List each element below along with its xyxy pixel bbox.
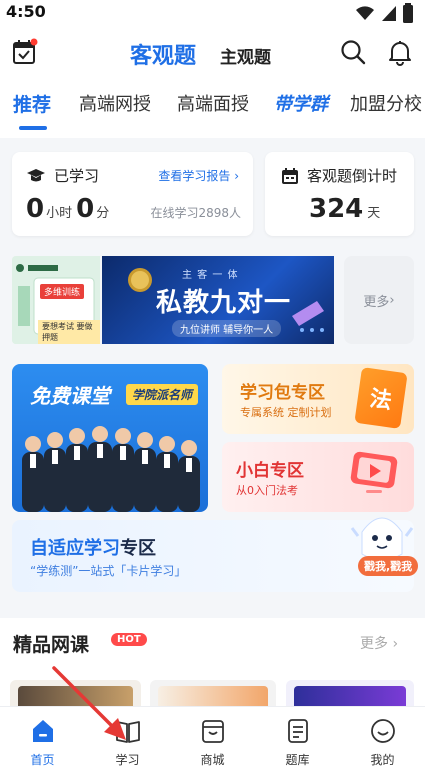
calendar-icon[interactable] <box>12 38 38 66</box>
bottom-tab-bar: 首页 学习 商城 题库 我的 <box>0 706 425 771</box>
tab-objective[interactable]: 客观题 <box>130 38 196 70</box>
adaptive-title: 自适应学习专区 <box>30 538 156 559</box>
package-subtitle: 专属系统 定制计划 <box>240 406 332 419</box>
course-thumbnail <box>18 686 133 706</box>
question-type-tabs: 客观题 主观题 <box>130 38 271 70</box>
newbie-zone-promo[interactable]: 小白专区 从0入门法考 <box>222 442 414 512</box>
countdown-value: 324 天 <box>309 194 382 224</box>
tab-home[interactable]: 首页 <box>0 707 85 771</box>
banner-main-title: 私教九对一 <box>156 288 292 318</box>
course-thumbnail <box>294 686 406 706</box>
study-minutes: 0 <box>76 194 95 224</box>
tab-study-label: 学习 <box>115 753 140 767</box>
tab-study[interactable]: 学习 <box>85 707 170 771</box>
study-hours-unit: 小时 <box>46 206 73 221</box>
tab-question-bank[interactable]: 题库 <box>255 707 340 771</box>
free-course-badge: 学院派名师 <box>126 384 199 405</box>
banner-main-slide[interactable]: 主 客 一 体 私教九对一 九位讲师 辅导你一人 <box>102 256 334 344</box>
banner-left-tag: 多维训练 <box>40 284 85 299</box>
tab-question-bank-label: 题库 <box>285 753 310 767</box>
teachers-group-image <box>22 426 200 512</box>
course-card[interactable] <box>286 680 414 706</box>
status-icons <box>355 3 413 23</box>
banner-carousel[interactable]: 多维训练 要想考试 要做押题 主 客 一 体 私教九对一 九位讲师 辅导你一人 … <box>12 256 414 344</box>
newbie-subtitle: 从0入门法考 <box>236 484 298 497</box>
hot-badge: HOT <box>111 633 147 646</box>
study-card-header: 已学习 <box>26 165 99 186</box>
countdown-card[interactable]: 客观题倒计时 324 天 <box>265 152 414 236</box>
wifi-icon <box>356 6 374 21</box>
banner-more-button[interactable]: 更多 › <box>344 256 414 344</box>
study-package-promo[interactable]: 学习包专区 专属系统 定制计划 法 <box>222 364 414 434</box>
tab-store[interactable]: 商城 <box>170 707 255 771</box>
study-time: 0 小时 0 分 <box>26 194 111 224</box>
countdown-days: 324 <box>309 194 364 224</box>
tab-profile-label: 我的 <box>370 753 395 767</box>
nav-tab-study-group[interactable]: 带学群 <box>274 90 328 116</box>
nav-active-indicator <box>19 126 47 130</box>
section-more-link[interactable]: 更多 › <box>360 633 398 653</box>
bell-icon[interactable] <box>386 38 414 66</box>
home-icon <box>33 720 53 742</box>
study-hours: 0 <box>26 194 45 224</box>
search-icon[interactable] <box>340 39 366 65</box>
course-card[interactable] <box>10 680 141 706</box>
study-card-title: 已学习 <box>54 167 100 185</box>
nav-tab-recommend[interactable]: 推荐 <box>13 90 51 117</box>
study-report-link[interactable]: 查看学习报告 › <box>158 167 239 184</box>
banner-main-tag: 主 客 一 体 <box>182 270 239 281</box>
course-thumbnail <box>158 686 268 706</box>
free-course-title: 免费课堂 <box>30 384 110 408</box>
study-minutes-unit: 分 <box>96 206 110 221</box>
course-card[interactable] <box>150 680 276 706</box>
online-learners: 在线学习2898人 <box>150 206 241 220</box>
video-play-icon <box>350 451 398 493</box>
profile-icon <box>371 719 395 743</box>
graduation-cap-icon <box>27 168 45 181</box>
cellular-icon <box>382 6 396 21</box>
banner-left-note: 要想考试 要做押题 <box>38 320 100 344</box>
tab-subjective[interactable]: 主观题 <box>220 43 271 68</box>
chevron-right-icon: › <box>389 292 395 308</box>
status-time: 4:50 <box>6 2 46 21</box>
category-nav: 推荐 高端网授 高端面授 带学群 加盟分校 <box>0 84 425 132</box>
tab-store-label: 商城 <box>200 753 225 767</box>
book-icon <box>116 721 140 743</box>
battery-icon <box>403 3 413 23</box>
nav-tab-online-premium[interactable]: 高端网授 <box>79 90 151 116</box>
countdown-header: 客观题倒计时 <box>281 165 397 186</box>
store-icon <box>202 720 224 743</box>
banner-main-subtitle: 九位讲师 辅导你一人 <box>172 320 282 337</box>
section-title: 精品网课 <box>13 634 90 656</box>
countdown-unit: 天 <box>367 206 381 221</box>
chevron-right-icon: › <box>234 169 239 183</box>
calendar-small-icon <box>282 167 298 184</box>
status-bar: 4:50 <box>0 0 425 26</box>
nav-tab-offline-premium[interactable]: 高端面授 <box>177 90 249 116</box>
law-book-icon: 法 <box>354 367 408 429</box>
chevron-right-icon: › <box>392 636 399 652</box>
free-course-promo[interactable]: 免费课堂 学院派名师 <box>12 364 208 512</box>
question-bank-icon <box>288 719 308 743</box>
package-title: 学习包专区 <box>240 383 325 403</box>
tab-home-label: 首页 <box>30 753 55 767</box>
top-header: 客观题 主观题 <box>0 30 425 76</box>
tab-profile[interactable]: 我的 <box>340 707 425 771</box>
adaptive-bubble[interactable]: 戳我,戳我 <box>358 556 419 576</box>
nav-tab-franchise[interactable]: 加盟分校 <box>350 90 422 116</box>
banner-left-slide[interactable]: 多维训练 要想考试 要做押题 <box>12 256 100 344</box>
countdown-title: 客观题倒计时 <box>307 167 398 185</box>
newbie-title: 小白专区 <box>236 461 304 481</box>
adaptive-subtitle: “学练测”一站式「卡片学习」 <box>30 564 187 578</box>
study-progress-card[interactable]: 已学习 查看学习报告 › 0 小时 0 分 在线学习2898人 <box>12 152 253 236</box>
